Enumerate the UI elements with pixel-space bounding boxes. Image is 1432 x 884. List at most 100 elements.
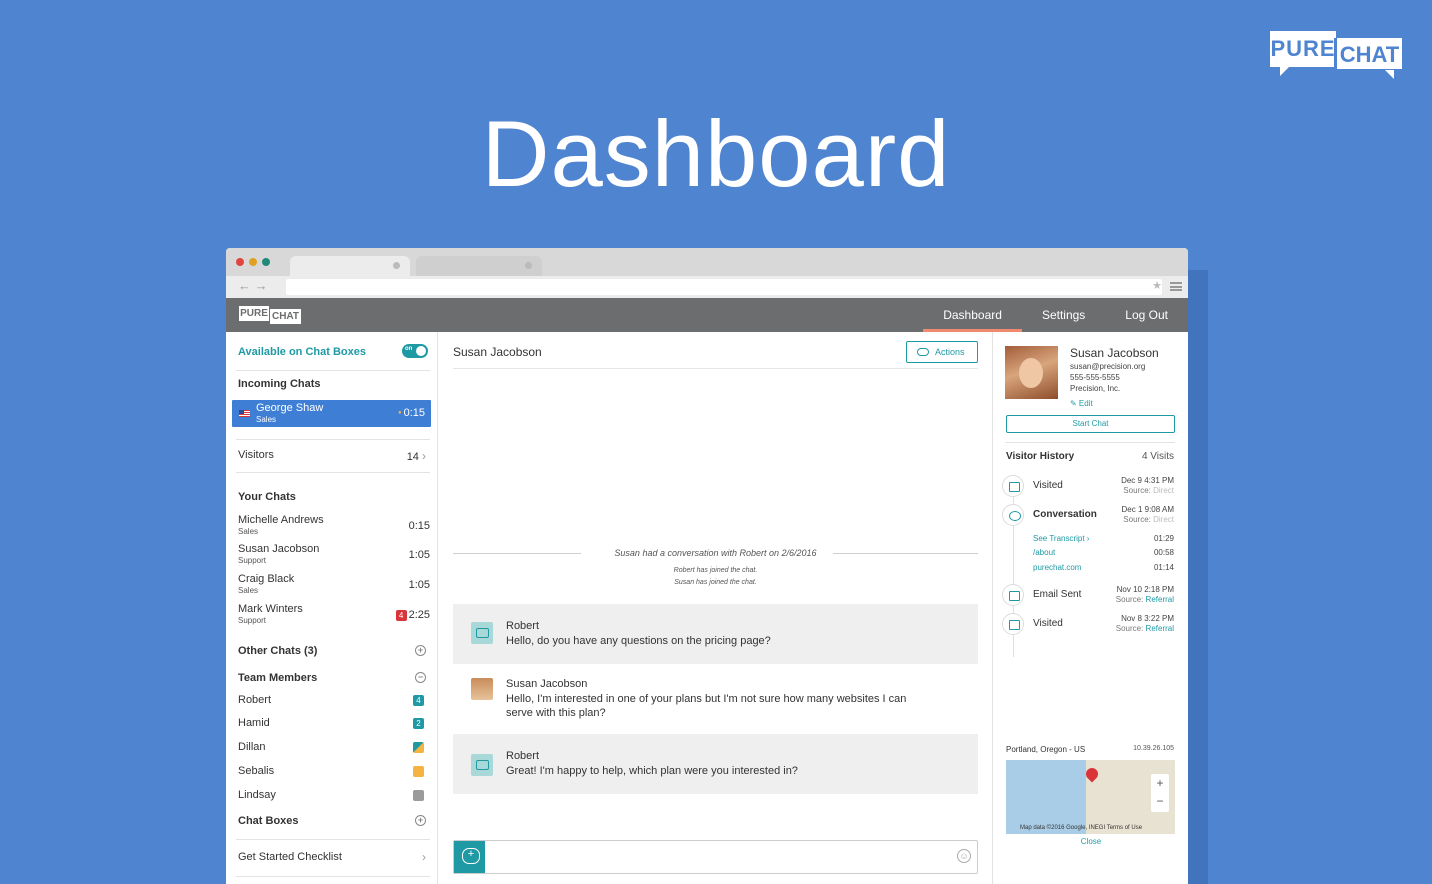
- divider: [236, 839, 430, 840]
- close-link[interactable]: Close: [993, 837, 1188, 846]
- nav-log-out[interactable]: Log Out: [1105, 298, 1188, 332]
- chat-item-time: 1:05: [408, 549, 430, 561]
- join-note: Susan has joined the chat.: [674, 579, 757, 586]
- visited-page-link[interactable]: purechat.com: [1033, 563, 1081, 572]
- app-header: PURE CHAT Dashboard Settings Log Out: [226, 298, 1188, 332]
- history-event-source: Source: Direct: [1123, 486, 1174, 495]
- window-controls: [236, 258, 270, 266]
- browser-menu-icon[interactable]: [1170, 282, 1182, 291]
- map-zoom-controls[interactable]: + −: [1151, 774, 1169, 812]
- history-event-label: Visited: [1033, 618, 1063, 629]
- your-chat-item[interactable]: Susan Jacobson Support 1:05: [238, 543, 430, 565]
- bookmark-star-icon[interactable]: ★: [1152, 279, 1162, 292]
- other-chats-row[interactable]: Other Chats (3) +: [238, 645, 430, 657]
- emoji-icon[interactable]: ☺: [957, 849, 971, 863]
- minimize-window-icon[interactable]: [249, 258, 257, 266]
- page-visit-icon: [1002, 613, 1024, 635]
- visited-page-link[interactable]: /about: [1033, 548, 1055, 557]
- browser-tab-inactive[interactable]: [416, 256, 542, 276]
- message-text: Great! I'm happy to help, which plan wer…: [506, 765, 798, 777]
- conversation-panel: Susan Jacobson Actions Susan had a conve…: [439, 332, 992, 884]
- your-chats-heading: Your Chats: [238, 491, 296, 503]
- browser-tab-active[interactable]: [290, 256, 410, 276]
- incoming-chat-item[interactable]: George Shaw Sales 0:15: [232, 400, 431, 427]
- member-chat-count-badge: 4: [413, 695, 424, 706]
- source-prefix: Source:: [1115, 624, 1144, 633]
- history-event-label: Email Sent: [1033, 589, 1082, 600]
- page-title: Dashboard: [481, 101, 951, 206]
- visitor-details-panel: Susan Jacobson susan@precision.org 555-5…: [992, 332, 1188, 884]
- maximize-window-icon[interactable]: [262, 258, 270, 266]
- history-event-source: Source: Direct: [1123, 515, 1174, 524]
- chat-boxes-row[interactable]: Chat Boxes +: [238, 815, 430, 827]
- history-event-source: Source: Referral: [1116, 595, 1174, 604]
- see-transcript-link[interactable]: See Transcript ›: [1033, 534, 1089, 543]
- team-member-item[interactable]: Lindsay: [238, 789, 430, 801]
- operator-chat-icon: [471, 622, 493, 644]
- divider: [236, 472, 430, 473]
- send-message-icon[interactable]: [454, 841, 485, 873]
- your-chat-item[interactable]: Michelle Andrews Sales 0:15: [238, 514, 430, 536]
- team-members-row[interactable]: Team Members −: [238, 672, 430, 684]
- visitors-row[interactable]: Visitors 14 ›: [238, 449, 430, 463]
- tab-close-icon[interactable]: [525, 262, 532, 269]
- nav-dashboard[interactable]: Dashboard: [923, 298, 1022, 332]
- get-started-checklist-row[interactable]: Get Started Checklist ›: [238, 850, 430, 864]
- availability-label: Available on Chat Boxes: [238, 346, 366, 358]
- member-away-status-icon: [413, 766, 424, 777]
- expand-plus-icon[interactable]: +: [415, 815, 426, 826]
- visitor-photo: [1005, 346, 1058, 399]
- history-event-label: Conversation: [1033, 509, 1097, 520]
- team-member-item[interactable]: Dillan: [238, 741, 430, 753]
- member-status-icon: [413, 742, 424, 753]
- member-chat-count-badge: 2: [413, 718, 424, 729]
- visitors-count-wrap: 14 ›: [407, 449, 426, 463]
- join-note: Robert has joined the chat.: [673, 567, 758, 574]
- your-chat-item[interactable]: Craig Black Sales 1:05: [238, 573, 430, 595]
- logo-word-chat: CHAT: [1334, 38, 1402, 79]
- availability-toggle[interactable]: [402, 344, 428, 358]
- history-note: Susan had a conversation with Robert on …: [614, 548, 817, 558]
- chat-item-time-wrap: 4 2:25: [395, 609, 430, 621]
- visitors-label: Visitors: [238, 449, 274, 461]
- team-member-item[interactable]: Hamid 2: [238, 717, 430, 729]
- chat-item-department: Support: [238, 556, 267, 565]
- unread-badge: 4: [395, 609, 407, 621]
- edit-visitor-link[interactable]: ✎ Edit: [1070, 399, 1093, 408]
- message-input[interactable]: [488, 843, 948, 871]
- page-duration: 01:14: [1153, 563, 1174, 572]
- chat-item-time: 1:05: [408, 579, 430, 591]
- message-composer: ☺: [453, 840, 978, 874]
- actions-button[interactable]: Actions: [906, 341, 978, 363]
- source-prefix: Source:: [1123, 486, 1151, 495]
- chevron-right-icon: ›: [422, 449, 426, 463]
- close-window-icon[interactable]: [236, 258, 244, 266]
- collapse-minus-icon[interactable]: −: [415, 672, 426, 683]
- start-chat-button[interactable]: Start Chat: [1006, 415, 1175, 433]
- address-bar[interactable]: [286, 279, 1162, 295]
- visitor-avatar: [471, 678, 493, 700]
- app-logo-word-chat: CHAT: [269, 309, 301, 324]
- your-chat-item[interactable]: Mark Winters Support 4 2:25: [238, 603, 430, 625]
- availability-row: Available on Chat Boxes: [238, 344, 430, 358]
- location-map[interactable]: + − Map data ©2016 Google, INEGI Terms of…: [1006, 760, 1175, 834]
- nav-settings[interactable]: Settings: [1022, 298, 1105, 332]
- app-logo[interactable]: PURE CHAT: [239, 306, 301, 326]
- team-member-name: Hamid: [238, 717, 270, 729]
- visitors-count: 14: [406, 451, 419, 463]
- tab-close-icon[interactable]: [393, 262, 400, 269]
- other-chats-label: Other Chats (3): [238, 645, 318, 657]
- team-member-item[interactable]: Robert 4: [238, 694, 430, 706]
- member-offline-status-icon: [413, 790, 424, 801]
- chat-item-time: 2:25: [408, 609, 430, 621]
- chat-message: Susan Jacobson Hello, I'm interested in …: [453, 664, 978, 734]
- chat-item-name: Susan Jacobson: [238, 543, 320, 555]
- page-duration: 00:58: [1153, 548, 1174, 557]
- visitor-email: susan@precision.org: [1070, 362, 1146, 371]
- chat-item-name: Craig Black: [238, 573, 295, 585]
- history-event-label: Visited: [1033, 480, 1063, 491]
- team-member-item[interactable]: Sebalis: [238, 765, 430, 777]
- incoming-chat-time: 0:15: [398, 407, 425, 419]
- back-forward-icon[interactable]: ← →: [238, 278, 268, 293]
- expand-plus-icon[interactable]: +: [415, 645, 426, 656]
